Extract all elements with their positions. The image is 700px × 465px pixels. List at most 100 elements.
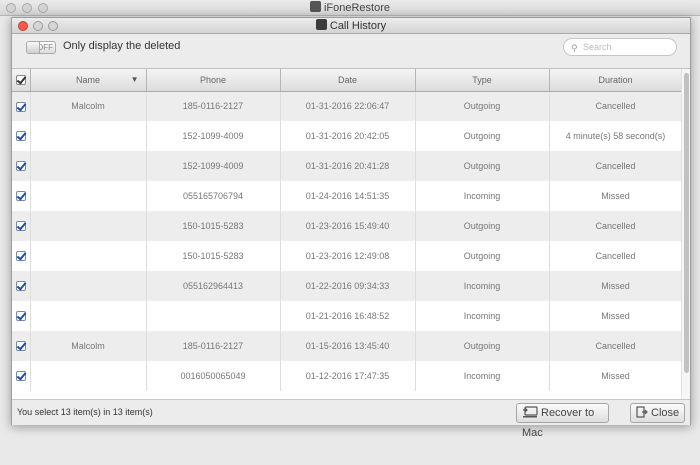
vertical-scroll-thumb[interactable] [684, 73, 689, 373]
row-checkbox-cell[interactable] [12, 331, 31, 361]
app-logo-icon [309, 1, 321, 12]
row-checkbox-cell[interactable] [12, 211, 31, 241]
table-row[interactable]: 150-1015-5283 01-23-2016 15:49:40 Outgoing… [12, 211, 683, 241]
dialog-footer: You select 13 item(s) in 13 item(s) Reco… [12, 399, 690, 439]
cell-phone: 185-0116-2127 [146, 91, 281, 121]
cell-phone [146, 301, 281, 331]
cell-type: Incoming [415, 301, 550, 331]
column-header-phone[interactable]: Phone [146, 69, 281, 92]
cell-date: 01-22-2016 09:34:33 [280, 271, 416, 301]
row-checkbox[interactable] [15, 191, 26, 202]
cell-date: 01-31-2016 20:42:05 [280, 121, 416, 151]
row-checkbox-cell[interactable] [12, 151, 31, 181]
table-row[interactable]: Malcolm 185-0116-2127 01-15-2016 13:45:40 O… [12, 331, 683, 361]
deleted-only-label: Only display the deleted [63, 40, 181, 52]
row-checkbox[interactable] [15, 371, 26, 382]
vertical-scrollbar[interactable] [681, 69, 690, 399]
cell-duration: Cancelled [549, 241, 683, 271]
cell-duration: Missed [549, 181, 683, 211]
column-header-label: Duration [598, 74, 633, 85]
deleted-only-toggle[interactable]: OFF [26, 41, 56, 54]
cell-type: Outgoing [415, 211, 550, 241]
select-all-header[interactable] [12, 69, 31, 92]
table-row[interactable]: Malcolm 185-0116-2127 01-31-2016 22:06:47 O… [12, 91, 683, 121]
cell-phone: 150-1015-5283 [146, 241, 281, 271]
cell-phone: 055165706794 [146, 181, 281, 211]
call-history-table: Name ▼ Phone Date Type Duration Malcolm 18… [12, 69, 683, 391]
cell-date: 01-15-2016 13:45:40 [280, 331, 416, 361]
cell-date: 01-12-2016 17:47:35 [280, 361, 416, 391]
cell-duration: Missed [549, 361, 683, 391]
cell-type: Outgoing [415, 151, 550, 181]
column-header-label: Date [337, 74, 357, 85]
row-checkbox[interactable] [15, 251, 26, 262]
cell-phone: 152-1099-4009 [146, 121, 281, 151]
cell-date: 01-24-2016 14:51:35 [280, 181, 416, 211]
cell-type: Outgoing [415, 241, 550, 271]
row-checkbox[interactable] [15, 221, 26, 232]
app-title: iFoneRestore [0, 1, 700, 14]
cell-name [30, 151, 147, 181]
cell-date: 01-31-2016 20:41:28 [280, 151, 416, 181]
select-all-checkbox[interactable] [15, 75, 26, 86]
row-checkbox[interactable] [15, 341, 26, 352]
cell-phone: 185-0116-2127 [146, 331, 281, 361]
call-history-table-container: Name ▼ Phone Date Type Duration Malcolm 18… [12, 68, 690, 399]
recover-to-mac-button[interactable]: Recover to Mac [516, 403, 609, 439]
cell-duration: 4 minute(s) 58 second(s) [549, 121, 683, 151]
cell-date: 01-21-2016 16:48:52 [280, 301, 416, 331]
search-input[interactable] [583, 41, 671, 53]
table-row[interactable]: 150-1015-5283 01-23-2016 12:49:08 Outgoing… [12, 241, 683, 271]
cell-name [30, 211, 147, 241]
table-row[interactable]: 01-21-2016 16:48:52 Incoming Missed [12, 301, 683, 331]
column-header-date[interactable]: Date [280, 69, 416, 92]
cell-type: Incoming [415, 271, 550, 301]
table-row[interactable]: 152-1099-4009 01-31-2016 20:41:28 Outgoing… [12, 151, 683, 181]
app-title-text: iFoneRestore [323, 2, 391, 14]
row-checkbox-cell[interactable] [12, 181, 31, 211]
row-checkbox[interactable] [15, 131, 26, 142]
dialog-title: Call History [12, 19, 690, 32]
dialog-logo-icon [315, 19, 327, 30]
call-history-dialog: Call History OFF Only display the delete… [11, 17, 691, 439]
cell-phone: 152-1099-4009 [146, 151, 281, 181]
column-header-label: Name [75, 74, 100, 85]
close-button[interactable]: Close [630, 403, 685, 423]
cell-name [30, 361, 147, 391]
dialog-titlebar: Call History [12, 18, 690, 34]
row-checkbox[interactable] [15, 281, 26, 292]
cell-duration: Missed [549, 271, 683, 301]
table-row[interactable]: 055162964413 01-22-2016 09:34:33 Incoming M… [12, 271, 683, 301]
column-header-type[interactable]: Type [415, 69, 550, 92]
sort-desc-icon[interactable]: ▼ [131, 75, 139, 84]
column-header-label: Phone [199, 74, 227, 85]
row-checkbox-cell[interactable] [12, 121, 31, 151]
row-checkbox-cell[interactable] [12, 361, 31, 391]
cell-date: 01-31-2016 22:06:47 [280, 91, 416, 121]
table-header-row: Name ▼ Phone Date Type Duration [12, 69, 683, 92]
row-checkbox-cell[interactable] [12, 91, 31, 121]
row-checkbox-cell[interactable] [12, 271, 31, 301]
cell-type: Outgoing [415, 331, 550, 361]
column-header-label: Type [472, 74, 492, 85]
cell-date: 01-23-2016 12:49:08 [280, 241, 416, 271]
close-button-label: Close [651, 407, 680, 419]
search-box[interactable]: ⚲ [563, 38, 677, 56]
exit-door-icon [636, 406, 648, 424]
cell-name [30, 271, 147, 301]
cell-name [30, 241, 147, 271]
table-row[interactable]: 0016050065049 01-12-2016 17:47:35 Incoming… [12, 361, 683, 391]
selection-status: You select 13 item(s) in 13 item(s) [17, 407, 153, 417]
row-checkbox-cell[interactable] [12, 241, 31, 271]
row-checkbox[interactable] [15, 311, 26, 322]
cell-name [30, 181, 147, 211]
row-checkbox[interactable] [15, 161, 26, 172]
cell-name: Malcolm [30, 91, 147, 121]
table-row[interactable]: 055165706794 01-24-2016 14:51:35 Incoming M… [12, 181, 683, 211]
row-checkbox-cell[interactable] [12, 301, 31, 331]
column-header-name[interactable]: Name ▼ [30, 69, 147, 92]
row-checkbox[interactable] [15, 101, 26, 112]
table-row[interactable]: 152-1099-4009 01-31-2016 20:42:05 Outgoing… [12, 121, 683, 151]
cell-duration: Missed [549, 301, 683, 331]
column-header-duration[interactable]: Duration [549, 69, 683, 92]
